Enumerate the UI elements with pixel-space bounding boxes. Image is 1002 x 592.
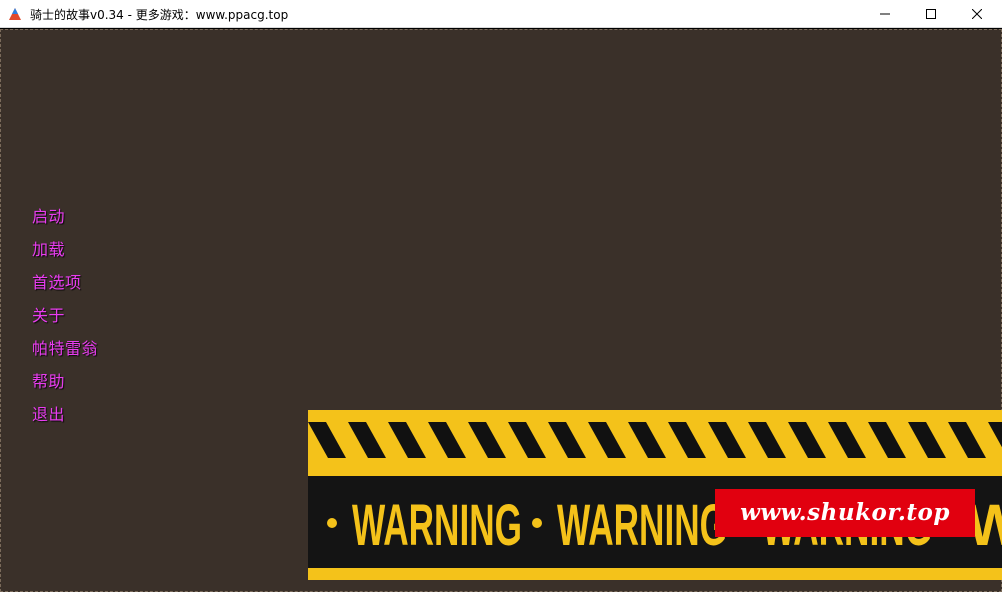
window-titlebar[interactable]: 骑士的故事v0.34 - 更多游戏：www.ppacg.top: [0, 0, 1002, 28]
close-icon: [972, 9, 982, 19]
window-title: 骑士的故事v0.34 - 更多游戏：www.ppacg.top: [30, 8, 289, 22]
minimize-icon: [880, 13, 890, 15]
tape-text-1: WARNING: [352, 493, 522, 558]
menu-item-quit[interactable]: 退出: [32, 401, 98, 434]
tape-text-2: WARNING: [557, 493, 727, 558]
tape-dot: [327, 518, 337, 528]
maximize-icon: [926, 9, 936, 19]
watermark-text: www.shukor.top: [740, 499, 950, 526]
close-button[interactable]: [954, 0, 1000, 28]
menu-item-start[interactable]: 启动: [32, 203, 98, 236]
app-icon: [9, 8, 21, 20]
maximize-button[interactable]: [908, 0, 954, 28]
watermark-badge: www.shukor.top: [715, 489, 975, 537]
menu-item-about[interactable]: 关于: [32, 302, 98, 335]
minimize-button[interactable]: [862, 0, 908, 28]
menu-item-help[interactable]: 帮助: [32, 368, 98, 401]
menu-item-patreon[interactable]: 帕特雷翁: [32, 335, 98, 368]
tape-dot: [532, 518, 542, 528]
main-menu: 启动 加载 首选项 关于 帕特雷翁 帮助 退出: [32, 203, 98, 434]
menu-item-load[interactable]: 加载: [32, 236, 98, 269]
menu-item-preferences[interactable]: 首选项: [32, 269, 98, 302]
